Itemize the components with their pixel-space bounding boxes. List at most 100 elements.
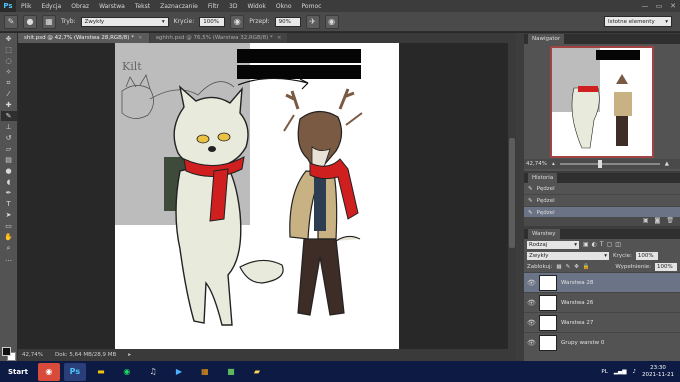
zoom-slider-knob[interactable] (597, 160, 602, 168)
menu-okno[interactable]: Okno (271, 3, 297, 10)
quick-select-tool-icon[interactable]: ✧ (1, 67, 17, 77)
layer-fill-field[interactable]: 100% (655, 262, 677, 271)
clone-stamp-tool-icon[interactable]: ⊥ (1, 122, 17, 132)
navigator-zoom-slider[interactable] (559, 160, 660, 168)
navigator-tab[interactable]: Nawigator (528, 34, 565, 44)
blend-mode-select[interactable]: Zwykły ▾ (527, 251, 609, 260)
start-button[interactable]: Start (0, 361, 36, 382)
filter-type-icon[interactable]: T (600, 241, 604, 248)
layer-kind-select[interactable]: Rodzaj ▾ (527, 240, 579, 249)
vertical-scrollbar[interactable] (508, 43, 516, 349)
spotify-icon[interactable]: ◉ (116, 363, 138, 381)
canvas-area[interactable]: Kilt (18, 43, 508, 349)
clock[interactable]: 23:30 2021-11-21 (642, 365, 674, 379)
brush-size-icon[interactable]: ● (23, 14, 37, 29)
minimize-button[interactable]: — (638, 2, 652, 10)
close-icon[interactable]: × (277, 35, 282, 41)
layer-row[interactable]: 👁 Warstwa 28 (524, 272, 680, 292)
paint-icon[interactable]: ▦ (194, 363, 216, 381)
menu-obraz[interactable]: Obraz (66, 3, 94, 10)
chevron-right-icon[interactable]: ▸ (128, 352, 131, 358)
close-icon[interactable]: × (138, 35, 143, 41)
history-tab[interactable]: Historia (528, 173, 558, 183)
network-icon[interactable]: ▂▄▆ (614, 369, 627, 375)
lock-all-icon[interactable]: 🔒 (583, 264, 590, 270)
chrome-icon[interactable]: ◉ (37, 362, 60, 381)
filter-smart-icon[interactable]: ◫ (615, 241, 621, 248)
language-indicator[interactable]: PL (601, 369, 607, 375)
gradient-tool-icon[interactable]: ▤ (1, 155, 17, 165)
mode-select[interactable]: Zwykły ▾ (80, 16, 169, 27)
workspace-select[interactable]: Istotne elementy ▾ (604, 16, 672, 27)
photoshop-taskbar-icon[interactable]: Ps (63, 362, 86, 381)
brush-panel-icon[interactable]: ▦ (42, 14, 56, 29)
lasso-tool-icon[interactable]: ◌ (1, 56, 17, 66)
pressure-opacity-icon[interactable]: ◉ (230, 14, 245, 29)
brush-preset-icon[interactable]: ✎ (4, 14, 18, 29)
tab-shit-psd[interactable]: shit.psd @ 42,7% (Warstwa 28,RGB/8) * × (18, 33, 149, 43)
move-tool-icon[interactable]: ✥ (1, 34, 17, 44)
menu-edycja[interactable]: Edycja (36, 3, 66, 10)
lock-move-icon[interactable]: ✥ (574, 264, 579, 270)
volume-icon[interactable]: ♪ (633, 369, 637, 375)
menu-zaznaczanie[interactable]: Zaznaczanie (155, 3, 203, 10)
zoom-tool-icon[interactable]: ⌕ (1, 243, 17, 253)
menu-plik[interactable]: Plik (16, 3, 36, 10)
navigator-panel[interactable] (524, 44, 680, 171)
foreground-color-swatch[interactable] (2, 347, 11, 356)
type-tool-icon[interactable]: T (1, 199, 17, 209)
minecraft-icon[interactable]: ■ (220, 363, 242, 381)
layers-tab[interactable]: Warstwy (528, 229, 560, 239)
color-swatches[interactable] (2, 347, 16, 361)
menu-pomoc[interactable]: Pomoc (297, 3, 327, 10)
history-brush-tool-icon[interactable]: ↺ (1, 133, 17, 143)
close-button[interactable]: ✕ (666, 2, 680, 10)
artwork-canvas[interactable]: Kilt (18, 43, 508, 349)
eyedropper-tool-icon[interactable]: ⁄ (1, 89, 17, 99)
camera-icon[interactable]: ◙ (655, 217, 661, 226)
media-player-icon[interactable]: ▶ (168, 363, 190, 381)
menu-tekst[interactable]: Tekst (130, 3, 155, 10)
navigator-thumbnail[interactable] (524, 44, 680, 158)
more-tools-icon[interactable]: … (1, 254, 17, 264)
menu-warstwa[interactable]: Warstwa (94, 3, 130, 10)
tab-aghhh-psd[interactable]: aghhh.psd @ 76,5% (Warstwa 32,RGB/8) * × (149, 33, 288, 43)
layer-row[interactable]: 👁 Warstwa 26 (524, 292, 680, 312)
navigator-zoom-value[interactable]: 42,74% (526, 161, 547, 167)
menu-3d[interactable]: 3D (224, 3, 242, 10)
filter-adjust-icon[interactable]: ◐ (592, 241, 597, 248)
eye-icon[interactable]: 👁 (527, 279, 536, 287)
layer-row[interactable]: 👁 Grupy warstw 0 (524, 332, 680, 352)
hand-tool-icon[interactable]: ✋ (1, 232, 17, 242)
eye-icon[interactable]: 👁 (527, 299, 536, 307)
history-item[interactable]: ✎ Pędzel (524, 183, 680, 195)
pressure-size-icon[interactable]: ◉ (324, 14, 339, 29)
filter-shape-icon[interactable]: ▢ (607, 241, 613, 248)
new-document-from-state-icon[interactable]: ▣ (643, 217, 649, 226)
restore-button[interactable]: ▭ (652, 2, 666, 10)
pen-tool-icon[interactable]: ✒ (1, 188, 17, 198)
zoom-in-icon[interactable]: ▲ (665, 161, 669, 167)
file-explorer-icon[interactable]: ▬ (90, 363, 112, 381)
menu-filtr[interactable]: Filtr (203, 3, 224, 10)
zoom-out-icon[interactable]: ▴ (552, 161, 555, 167)
itunes-icon[interactable]: ♫ (142, 363, 164, 381)
vertical-scroll-thumb[interactable] (509, 138, 515, 248)
dodge-tool-icon[interactable]: ◖ (1, 177, 17, 187)
lock-paint-icon[interactable]: ✎ (566, 264, 571, 270)
healing-tool-icon[interactable]: ✚ (1, 100, 17, 110)
layer-opacity-field[interactable]: 100% (635, 251, 658, 260)
filter-pixel-icon[interactable]: ▣ (583, 241, 589, 248)
status-zoom[interactable]: 42,74% (22, 352, 43, 358)
lock-pixels-icon[interactable]: ▦ (556, 264, 561, 270)
marquee-tool-icon[interactable]: ⬚ (1, 45, 17, 55)
eye-icon[interactable]: 👁 (527, 319, 536, 327)
shape-tool-icon[interactable]: ▭ (1, 221, 17, 231)
blur-tool-icon[interactable]: ● (1, 166, 17, 176)
crop-tool-icon[interactable]: ⌗ (1, 78, 17, 88)
layer-row[interactable]: 👁 Warstwa 27 (524, 312, 680, 332)
flow-field[interactable]: 90% (274, 16, 301, 27)
history-item[interactable]: ✎ Pędzel (524, 195, 680, 207)
sticky-notes-icon[interactable]: ▰ (246, 363, 268, 381)
path-select-tool-icon[interactable]: ➤ (1, 210, 17, 220)
